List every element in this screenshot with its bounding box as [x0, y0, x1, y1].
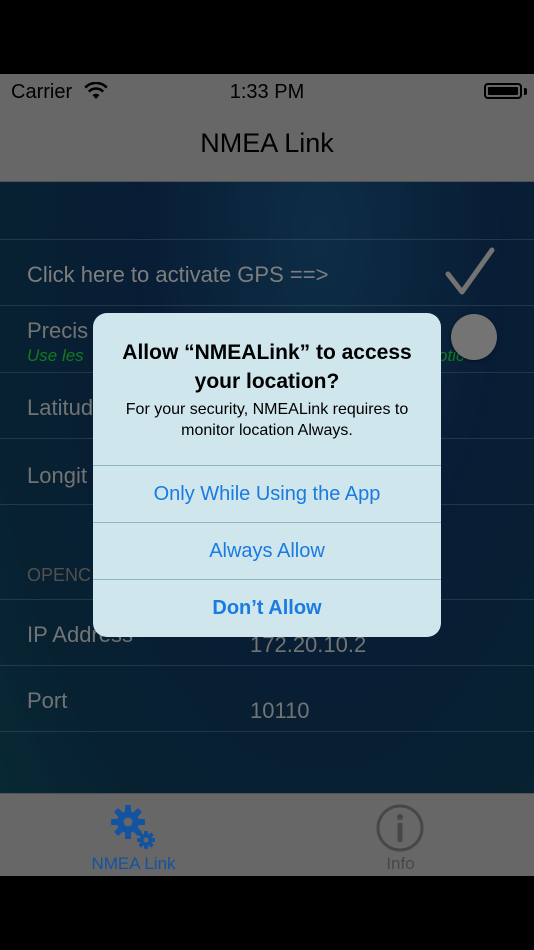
allow-while-using-button[interactable]: Only While Using the App: [93, 465, 441, 522]
alert-title: Allow “NMEALink” to access your location…: [122, 341, 412, 393]
location-permission-alert: Allow “NMEALink” to access your location…: [93, 313, 441, 637]
always-allow-button[interactable]: Always Allow: [93, 522, 441, 579]
dont-allow-button[interactable]: Don’t Allow: [93, 579, 441, 636]
alert-message: For your security, NMEALink requires to …: [125, 401, 409, 439]
app-screen: Carrier 1:33 PM NMEA Link Click here to …: [0, 74, 534, 876]
